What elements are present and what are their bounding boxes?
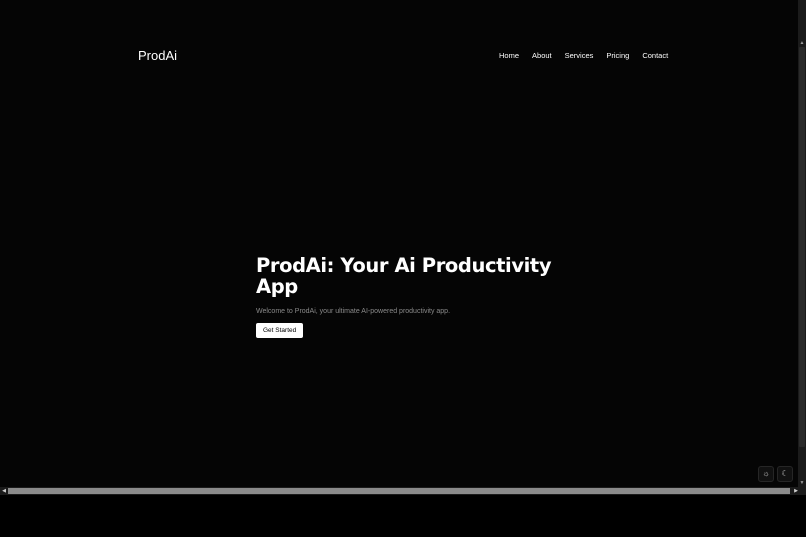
horizontal-scrollbar[interactable]: ◀ ▶ xyxy=(0,487,806,495)
scroll-right-icon[interactable]: ▶ xyxy=(792,487,800,495)
main-nav: Home About Services Pricing Contact xyxy=(499,51,668,60)
nav-services-link[interactable]: Services xyxy=(565,51,594,60)
dark-mode-button[interactable]: ☾ xyxy=(777,466,793,482)
hero-subtitle: Welcome to ProdAi, your ultimate AI-powe… xyxy=(256,308,451,315)
hero-title: ProdAi: Your Ai Productivity App xyxy=(256,254,552,298)
scroll-left-icon[interactable]: ◀ xyxy=(0,487,8,495)
brand-logo[interactable]: ProdAi xyxy=(138,48,177,63)
nav-contact-link[interactable]: Contact xyxy=(642,51,668,60)
hero-section: ProdAi: Your Ai Productivity App Welcome… xyxy=(256,255,556,338)
scroll-down-icon[interactable]: ▼ xyxy=(799,480,805,486)
nav-home-link[interactable]: Home xyxy=(499,51,519,60)
sun-icon: ☼ xyxy=(762,469,770,478)
window-bottom-area xyxy=(0,495,806,537)
moon-icon: ☾ xyxy=(781,469,789,478)
nav-about-link[interactable]: About xyxy=(532,51,552,60)
vertical-scroll-thumb[interactable] xyxy=(799,47,805,447)
light-mode-button[interactable]: ☼ xyxy=(758,466,774,482)
horizontal-scroll-thumb[interactable] xyxy=(8,488,790,494)
scroll-up-icon[interactable]: ▲ xyxy=(799,40,805,46)
get-started-button[interactable]: Get Started xyxy=(256,323,304,338)
nav-pricing-link[interactable]: Pricing xyxy=(606,51,629,60)
vertical-scrollbar[interactable]: ▲ ▼ xyxy=(798,0,806,487)
page-viewport: ProdAi Home About Services Pricing Conta… xyxy=(0,0,798,487)
